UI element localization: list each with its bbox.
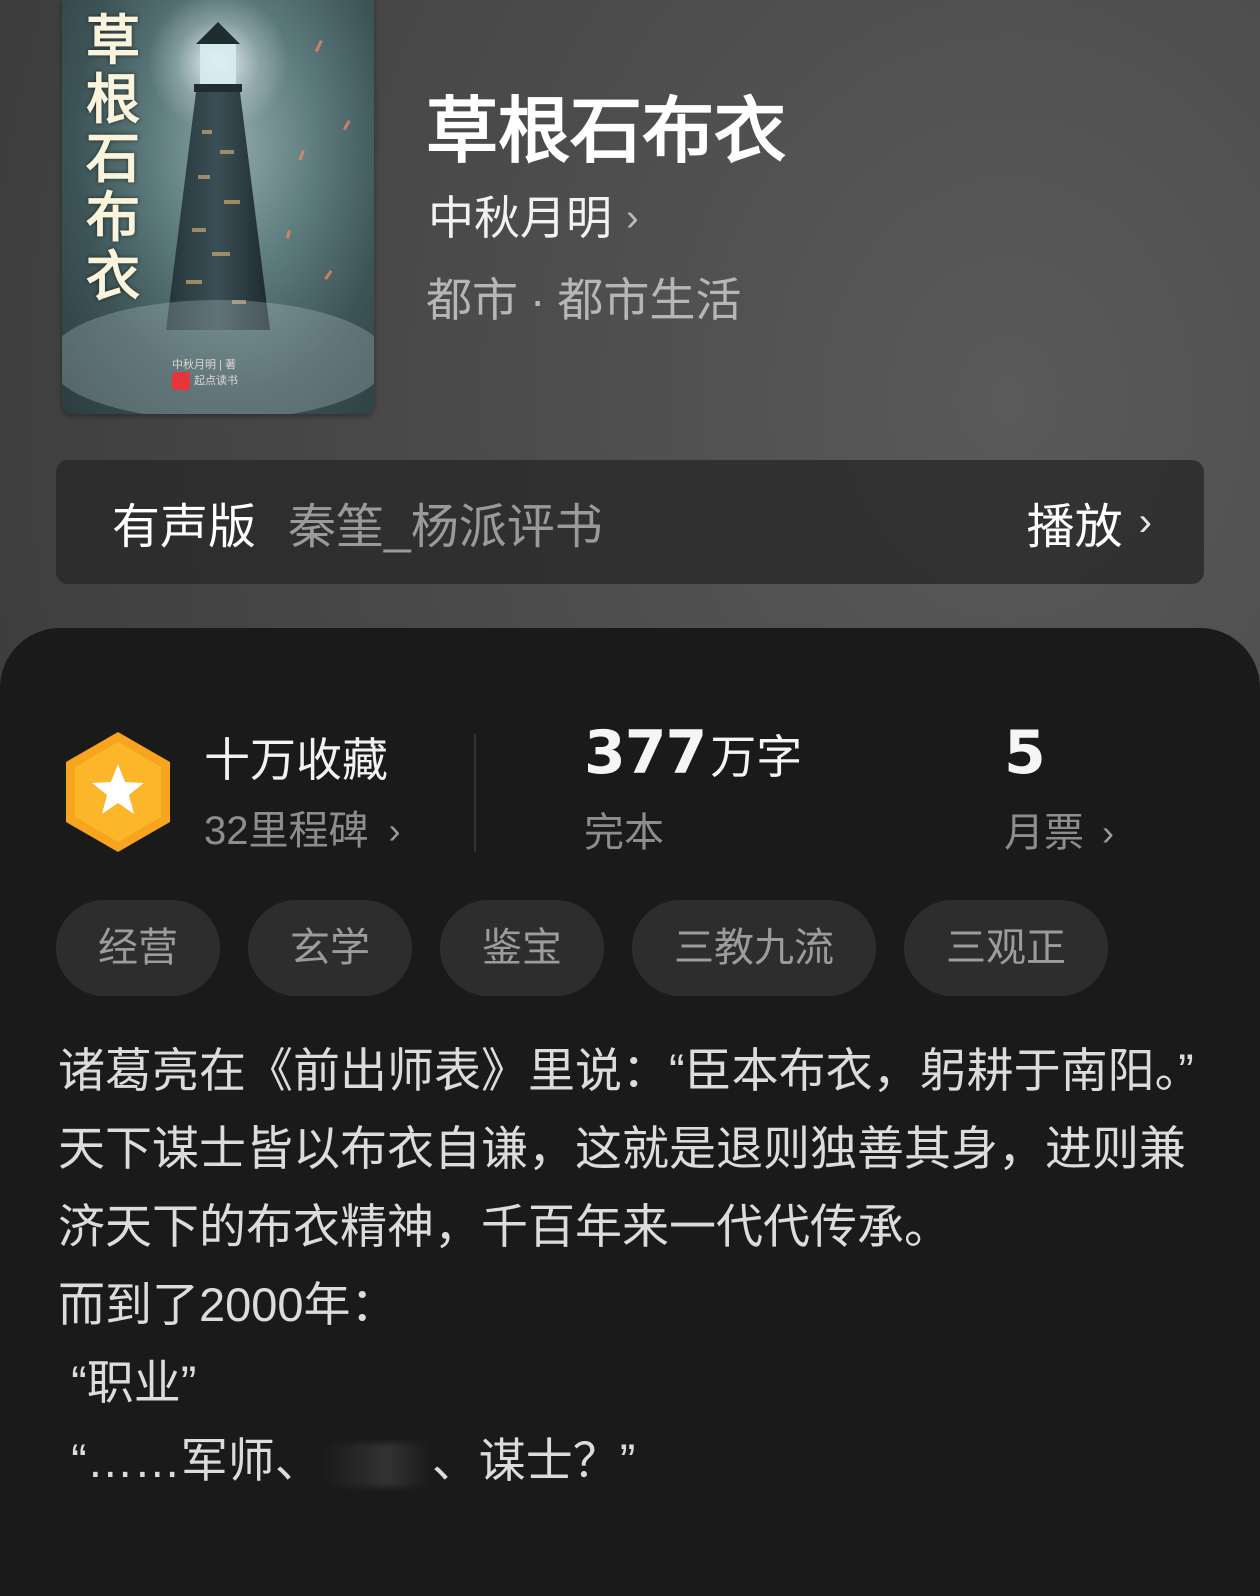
category-main: 都市 [426,274,518,326]
star-badge-icon[interactable] [62,730,174,854]
tag-chip[interactable]: 三教九流 [632,900,876,996]
chevron-right-icon: › [1138,499,1152,544]
author-link[interactable]: 中秋月明 › [428,190,639,246]
monthly-votes-count: 5 [1004,718,1046,788]
book-cover[interactable]: 草 根 石 布 衣 中秋月明 | 著 起点读书 [62,0,374,414]
completion-status: 完本 [584,811,664,855]
tag-chip[interactable]: 鉴宝 [440,900,604,996]
tag-chip[interactable]: 玄学 [248,900,412,996]
book-synopsis[interactable]: 诸葛亮在《前出师表》里说：“臣本布衣，躬耕于南阳。” 天下谋士皆以布衣自谦，这就… [58,1032,1208,1500]
word-count: 377 万字 [584,718,803,788]
audio-narrator: 秦筀_杨派评书 [288,501,603,554]
cover-title: 草 根 石 布 衣 [86,11,140,307]
publisher-logo-icon [172,372,190,390]
divider [474,734,476,852]
favorites-count: 十万收藏 [204,734,388,786]
synopsis-line: 天下谋士皆以布衣自谦，这就是退则独善其身，进则兼济天下的布衣精神，千百年来一代代… [58,1122,1186,1253]
tag-list: 经营 玄学 鉴宝 三教九流 三观正 [56,900,1108,996]
book-title: 草根石布衣 [426,92,787,172]
chevron-right-icon: › [626,197,639,239]
milestones-link[interactable]: 32里程碑 › [204,806,401,856]
redacted-text [321,1442,432,1487]
cover-credit: 中秋月明 | 著 起点读书 [172,358,292,390]
detail-panel: 十万收藏 32里程碑 › 377 万字 完本 5 月票 › 经营 玄学 鉴宝 三… [0,628,1260,1596]
tag-chip[interactable]: 三观正 [904,900,1108,996]
category-sub: 都市生活 [557,274,742,326]
synopsis-line: 而到了2000年： [58,1278,398,1331]
book-category: 都市 · 都市生活 [426,274,742,326]
chevron-right-icon: › [388,810,401,851]
play-button[interactable]: 播放 › [1027,487,1152,557]
author-name: 中秋月明 [428,192,612,244]
stats-row: 十万收藏 32里程碑 › 377 万字 完本 5 月票 › [0,688,1260,858]
monthly-votes-link[interactable]: 月票 › [1004,808,1114,858]
synopsis-line: 诸葛亮在《前出师表》里说：“臣本布衣，躬耕于南阳。” [58,1044,1194,1097]
audio-version-bar[interactable]: 有声版 秦筀_杨派评书 播放 › [56,460,1204,584]
synopsis-line: “职业” [58,1356,197,1409]
chevron-right-icon: › [1102,812,1114,853]
audio-label: 有声版 [112,501,257,554]
tag-chip[interactable]: 经营 [56,900,220,996]
synopsis-line: “……军师、 、谋士？” [58,1434,636,1487]
